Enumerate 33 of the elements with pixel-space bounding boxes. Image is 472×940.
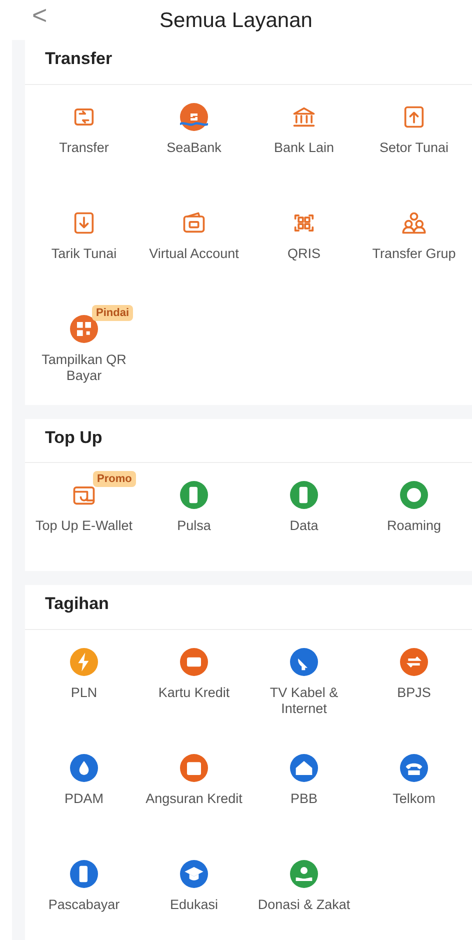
- service-item[interactable]: Roaming: [359, 469, 469, 555]
- service-item[interactable]: PBB: [249, 742, 359, 828]
- service-item[interactable]: Edukasi: [139, 848, 249, 934]
- service-item[interactable]: Angsuran Kredit: [139, 742, 249, 828]
- service-item[interactable]: Tarik Tunai: [29, 196, 139, 282]
- service-item[interactable]: Pulsa: [139, 469, 249, 555]
- service-item[interactable]: Pindai Tampilkan QR Bayar: [29, 302, 139, 388]
- badge: Promo: [93, 471, 136, 487]
- service-item[interactable]: Pascabayar: [29, 848, 139, 934]
- service-item[interactable]: Setor Tunai: [359, 90, 469, 176]
- service-item[interactable]: Promo Top Up E-Wallet: [29, 469, 139, 555]
- service-item[interactable]: Transfer: [29, 90, 139, 176]
- group-icon: [401, 210, 427, 236]
- section-title: Top Up: [25, 418, 472, 463]
- service-item[interactable]: Transfer Grup: [359, 196, 469, 282]
- service-item[interactable]: Donasi & Zakat: [249, 848, 359, 934]
- section-title: Transfer: [25, 40, 472, 84]
- service-item[interactable]: Data: [249, 469, 359, 555]
- service-item[interactable]: PLN: [29, 636, 139, 722]
- service-item[interactable]: Bank Lain: [249, 90, 359, 176]
- service-item[interactable]: SeaBank: [139, 90, 249, 176]
- service-item[interactable]: BPJS: [359, 636, 469, 722]
- service-item[interactable]: QRIS: [249, 196, 359, 282]
- back-button[interactable]: <: [28, 2, 52, 28]
- page-title: Semua Layanan: [160, 10, 312, 30]
- section-title: Tagihan: [25, 585, 472, 630]
- service-item[interactable]: TV Kabel & Internet: [249, 636, 359, 722]
- badge: Pindai: [92, 304, 134, 320]
- wallet-icon: [181, 210, 207, 236]
- service-item[interactable]: Telkom: [359, 742, 469, 828]
- service-item[interactable]: Kartu Kredit: [139, 636, 249, 722]
- service-item[interactable]: Virtual Account: [139, 196, 249, 282]
- service-item[interactable]: PDAM: [29, 742, 139, 828]
